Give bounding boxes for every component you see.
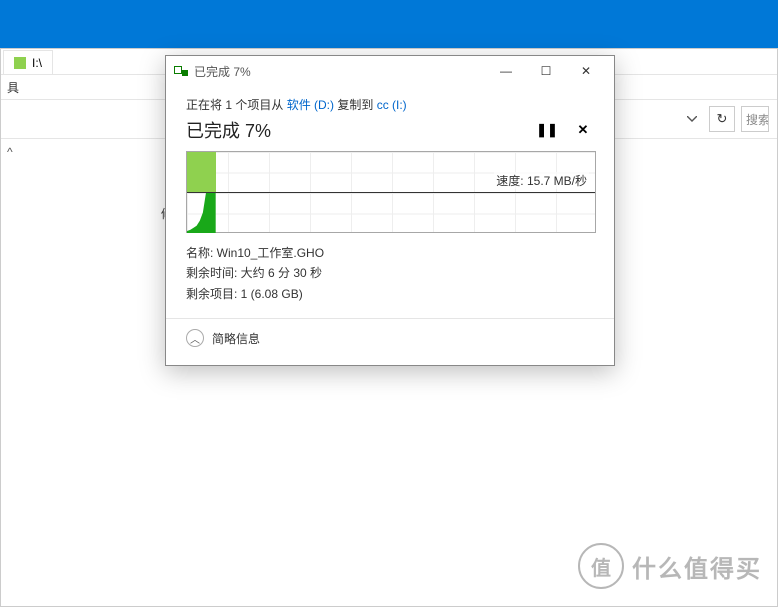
watermark: 值 什么值得买: [578, 541, 762, 591]
search-placeholder: 搜索: [746, 111, 769, 128]
cancel-icon: ✕: [578, 122, 589, 138]
copy-dialog-icon: [174, 66, 188, 76]
desktop-background: [0, 0, 778, 48]
refresh-button[interactable]: ↻: [709, 106, 735, 132]
menubar-item[interactable]: 具: [7, 79, 19, 96]
minimize-button[interactable]: —: [486, 56, 526, 86]
throughput-chart: 速度: 15.7 MB/秒: [186, 151, 596, 233]
chart-midline: [187, 192, 595, 193]
watermark-text: 什么值得买: [632, 549, 762, 584]
address-dropdown-button[interactable]: [681, 108, 703, 130]
detail-time: 剩余时间: 大约 6 分 30 秒: [186, 263, 594, 283]
explorer-up-caret[interactable]: ^: [7, 145, 13, 159]
pause-icon: ❚❚: [536, 122, 558, 138]
close-icon: ✕: [581, 64, 591, 78]
maximize-icon: ☐: [541, 64, 552, 78]
dialog-body: 正在将 1 个项目从 软件 (D:) 复制到 cc (I:) 已完成 7% ❚❚…: [166, 86, 614, 365]
copy-mid: 复制到: [334, 98, 377, 112]
search-input[interactable]: 搜索: [741, 106, 769, 132]
explorer-tab[interactable]: I:\: [3, 50, 53, 74]
chart-speed-label: 速度: 15.7 MB/秒: [494, 172, 589, 189]
chart-progress-band: [187, 152, 216, 192]
fewer-details-label: 简略信息: [212, 330, 260, 347]
chevron-down-icon: [687, 116, 697, 122]
maximize-button[interactable]: ☐: [526, 56, 566, 86]
copy-source-link[interactable]: 软件 (D:): [287, 98, 334, 112]
detail-name: 名称: Win10_工作室.GHO: [186, 243, 594, 263]
dialog-title: 已完成 7%: [194, 63, 251, 80]
refresh-icon: ↻: [717, 111, 728, 127]
explorer-tab-label: I:\: [32, 56, 42, 70]
close-button[interactable]: ✕: [566, 56, 606, 86]
chevron-up-icon: ︿: [186, 329, 204, 347]
watermark-badge: 值: [578, 543, 624, 589]
copy-description: 正在将 1 个项目从 软件 (D:) 复制到 cc (I:): [186, 96, 594, 113]
fewer-details-toggle[interactable]: ︿ 简略信息: [186, 319, 594, 351]
copy-dest-link[interactable]: cc (I:): [377, 98, 407, 112]
detail-items: 剩余项目: 1 (6.08 GB): [186, 284, 594, 304]
cancel-button[interactable]: ✕: [572, 119, 594, 141]
copy-progress-dialog: 已完成 7% — ☐ ✕ 正在将 1 个项目从 软件 (D:) 复制到 cc (…: [165, 55, 615, 366]
detail-lines: 名称: Win10_工作室.GHO 剩余时间: 大约 6 分 30 秒 剩余项目…: [186, 243, 594, 304]
pause-button[interactable]: ❚❚: [536, 119, 558, 141]
drive-icon: [14, 57, 26, 69]
copy-prefix: 正在将 1 个项目从: [186, 98, 287, 112]
dialog-titlebar[interactable]: 已完成 7% — ☐ ✕: [166, 56, 614, 86]
minimize-icon: —: [500, 64, 512, 78]
progress-status: 已完成 7%: [186, 117, 522, 143]
chart-throughput-area: [187, 192, 216, 232]
